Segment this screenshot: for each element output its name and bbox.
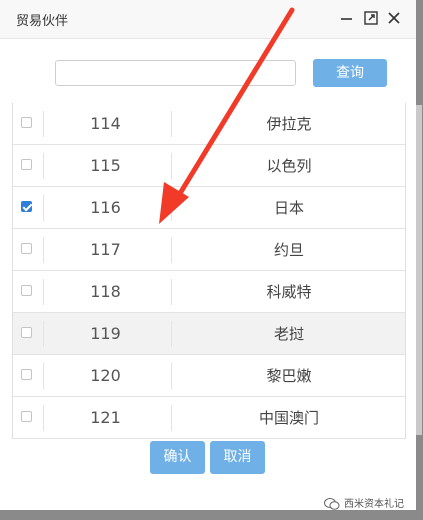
annotation-arrow-icon (159, 7, 295, 224)
